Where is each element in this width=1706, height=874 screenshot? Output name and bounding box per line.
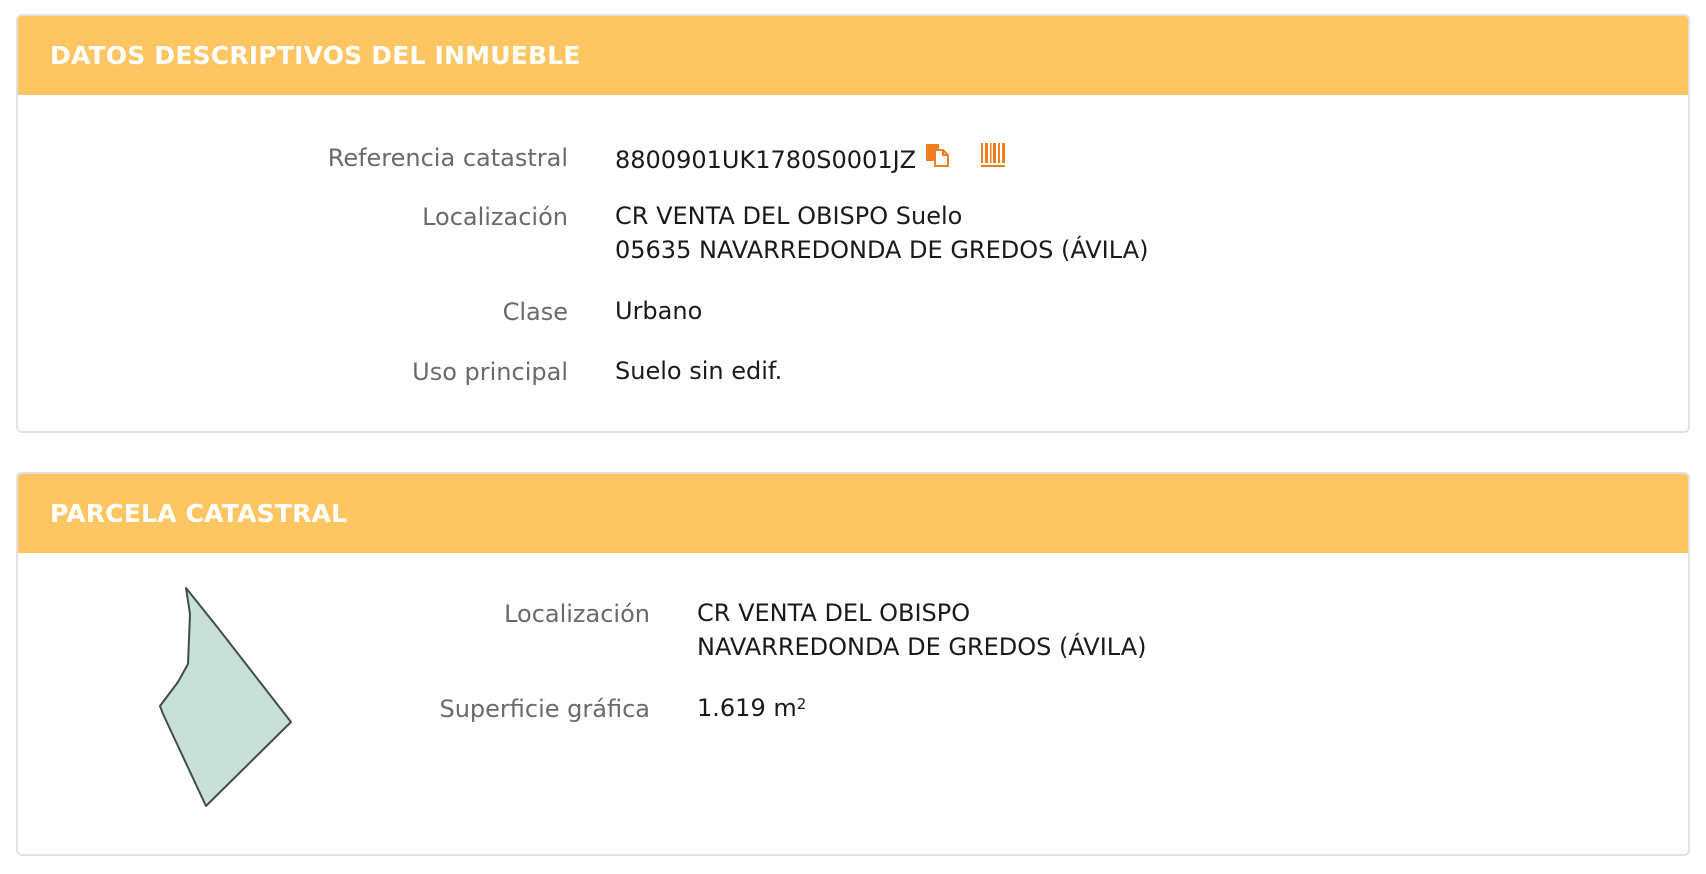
uso-principal-label: Uso principal xyxy=(412,358,568,386)
referencia-catastral-label: Referencia catastral xyxy=(327,144,568,172)
datos-descriptivos-panel: DATOS DESCRIPTIVOS DEL INMUEBLE Referenc… xyxy=(16,14,1690,433)
superficie-grafica-label: Superficie gráfica xyxy=(439,695,650,723)
parcela-catastral-panel: PARCELA CATASTRAL Localización CR VENTA … xyxy=(16,472,1690,856)
barcode-icon[interactable] xyxy=(980,142,1008,177)
datos-descriptivos-header: DATOS DESCRIPTIVOS DEL INMUEBLE xyxy=(18,16,1688,95)
parcela-localizacion-label: Localización xyxy=(504,600,650,628)
superficie-unit-superscript: 2 xyxy=(796,695,807,713)
datos-descriptivos-title: DATOS DESCRIPTIVOS DEL INMUEBLE xyxy=(50,41,581,70)
parcela-catastral-header: PARCELA CATASTRAL xyxy=(18,474,1688,553)
referencia-catastral-value-row: 8800901UK1780S0001JZ xyxy=(615,142,1008,177)
clase-value: Urbano xyxy=(615,297,703,325)
parcela-localizacion-line2: NAVARREDONDA DE GREDOS (ÁVILA) xyxy=(697,633,1147,661)
localizacion-value: CR VENTA DEL OBISPO Suelo 05635 NAVARRED… xyxy=(615,199,1148,267)
parcela-localizacion-value: CR VENTA DEL OBISPO NAVARREDONDA DE GRED… xyxy=(697,596,1146,664)
copy-icon[interactable] xyxy=(924,142,950,177)
uso-principal-value: Suelo sin edif. xyxy=(615,357,783,385)
superficie-value-number: 1.619 m xyxy=(697,694,797,722)
clase-label: Clase xyxy=(502,298,568,326)
localizacion-line1: CR VENTA DEL OBISPO Suelo xyxy=(615,202,963,230)
localizacion-line2: 05635 NAVARREDONDA DE GREDOS (ÁVILA) xyxy=(615,236,1149,264)
parcel-shape-image xyxy=(159,587,292,807)
localizacion-label: Localización xyxy=(422,203,568,231)
parcela-catastral-title: PARCELA CATASTRAL xyxy=(50,499,348,528)
parcela-localizacion-line1: CR VENTA DEL OBISPO xyxy=(697,599,971,627)
superficie-grafica-value: 1.619 m2 xyxy=(697,691,806,725)
referencia-catastral-value: 8800901UK1780S0001JZ xyxy=(615,145,917,174)
